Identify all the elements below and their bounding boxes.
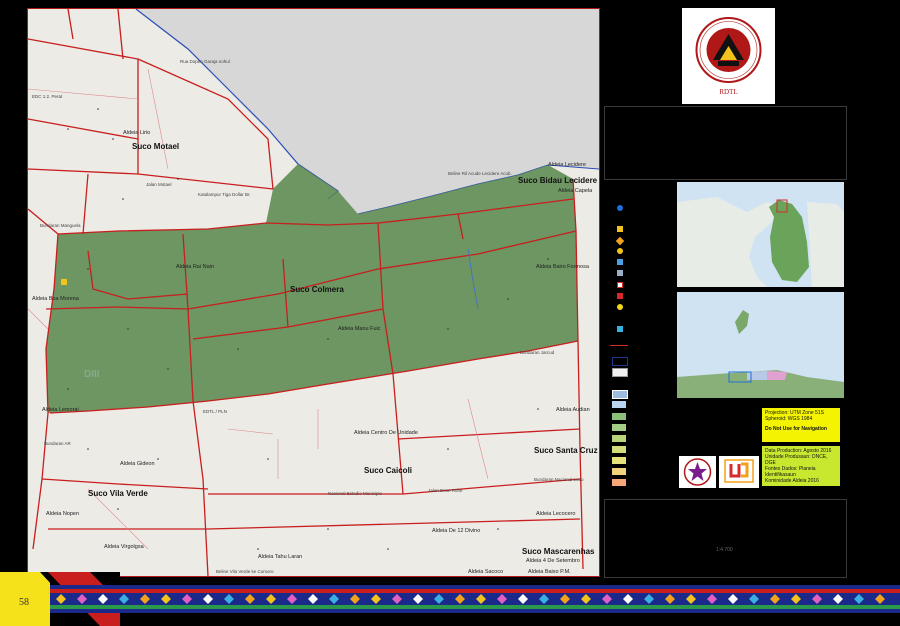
aldeia-label: Aldeia Lemorai [42, 407, 79, 413]
page-number: 58 [19, 597, 29, 608]
school-icon [61, 279, 67, 285]
street-label: Beline Ril Acude Lecidere Acub. [448, 171, 512, 176]
aldeia-label: Aldeia Lecidere [548, 162, 586, 168]
scale-text: 1:4.700 [716, 547, 733, 553]
aldeia-label: Aldeia Boa Morena [32, 296, 79, 302]
rdtl-logo: RDTL [682, 8, 775, 104]
aldeia-label: Aldeia Gideon [120, 461, 155, 467]
aldeia-label: Aldeia Capela [558, 188, 593, 194]
agency-badge-star [679, 456, 716, 488]
logo-abbr: RDTL [719, 88, 738, 96]
legend-swatch [612, 468, 626, 475]
inset-map-region[interactable] [677, 292, 844, 398]
diamond-icon [615, 236, 625, 246]
gear-icon [617, 248, 623, 254]
aldeia-label: Aldeia Tahu Laran [258, 554, 303, 560]
data-source-note: Data Production: Agosto 2016 Unidade Pro… [762, 446, 840, 486]
aldeia-label: Aldeia Virgolgsa [104, 544, 144, 550]
navigation-warning: Do Not Use for Navigation [765, 426, 827, 432]
projection-note: Projection: UTM Zone 51S Spheroid: WGS 1… [762, 408, 840, 442]
legend-swatch [612, 479, 626, 486]
cross-icon [617, 293, 623, 299]
suco-label: Suco Caicoli [364, 466, 413, 475]
street-label: Jalan Dose Rohe [428, 488, 463, 493]
legend-swatch [612, 390, 628, 399]
suco-label: Suco Mascarenhas [522, 547, 595, 556]
tais-weave-border [50, 585, 900, 613]
aldeia-label: Aldeia 4 De Setembro [526, 558, 580, 564]
legend-swatch [612, 357, 628, 366]
street-label: EDC 1.2. Perat [32, 94, 63, 99]
aldeia-label: Aldeia De 12 Divino [432, 528, 481, 534]
dot-icon [617, 205, 623, 211]
flag-icon [617, 259, 623, 265]
legend-swatch [612, 435, 626, 442]
square-icon [617, 226, 623, 232]
watermark-label: DIII [84, 369, 100, 380]
street-label: Bundaran AR [44, 441, 71, 446]
suco-label: Suco Bidau Lecidere [518, 176, 598, 185]
info-icon [617, 326, 623, 332]
suco-label: Suco Motael [132, 142, 180, 151]
street-label: Bundaran Jarcud [520, 350, 555, 355]
legend-swatch [612, 457, 626, 464]
source-line: Kominidade Aldeia 2016 [765, 478, 819, 484]
church-icon [617, 270, 623, 276]
legend-swatch [612, 424, 626, 431]
suco-label: Suco Santa Cruz [534, 446, 598, 455]
aldeia-label: Aldeia Centro De Unidade [354, 430, 418, 436]
street-label: Jalan Motael [146, 182, 172, 187]
source-line: Fontes Dados: Planeia Identifikasaun [765, 466, 816, 478]
boundary-line-swatch [610, 345, 628, 346]
cross-icon [617, 282, 623, 288]
suco-label: Suco Colmera [290, 285, 344, 294]
street-label: Nacional Estadio Municipio [328, 491, 383, 496]
aldeia-label: Aldeia Sacoco [468, 569, 504, 575]
legend-swatch [612, 446, 626, 453]
street-label: Beline Vila Verde ke Comoro [216, 569, 274, 574]
map-title-box [604, 106, 847, 180]
aldeia-label: Aldeia Audian [556, 407, 590, 413]
spheroid-line: Spheroid: WGS 1984 [765, 416, 813, 422]
aldeia-label: Aldeia Lirio [123, 130, 151, 136]
aldeia-label: Aldeia Baixo P.M. [528, 569, 571, 575]
aldeia-label: Aldeia Bairo Formosa [536, 264, 589, 270]
suco-label: Suco Vila Verde [88, 489, 148, 498]
legend-swatch [612, 368, 628, 377]
street-label: Bundaran Nacional Lodo [534, 477, 584, 482]
legend-swatch [612, 401, 626, 408]
legend-swatch [612, 413, 626, 420]
aldeia-label: Aldeia Lecocero [536, 511, 576, 517]
map-canvas[interactable]: Rua Dopen Garaja nohul EDC 1.2. Perat Al… [27, 8, 600, 577]
aldeia-label: Aldeia Rai Nain [176, 264, 214, 270]
scale-box [604, 499, 847, 578]
street-label: Rua Dopen Garaja nohul [180, 59, 230, 64]
street-label: EDTL / PLN [203, 409, 227, 414]
agency-badge-dge [719, 456, 759, 488]
aldeia-label: Aldeia Nopen [46, 511, 80, 517]
sun-icon [617, 304, 623, 310]
aldeia-label: Aldeia Manu Fuic [338, 326, 381, 332]
source-line: Unidade Produsaun: DNCE, DGE [765, 454, 828, 466]
street-label: Bundaran Manguela [40, 223, 81, 228]
street-label: Katalampur Tiga Dollar Br. [198, 192, 251, 197]
inset-map-timor[interactable] [677, 182, 844, 287]
